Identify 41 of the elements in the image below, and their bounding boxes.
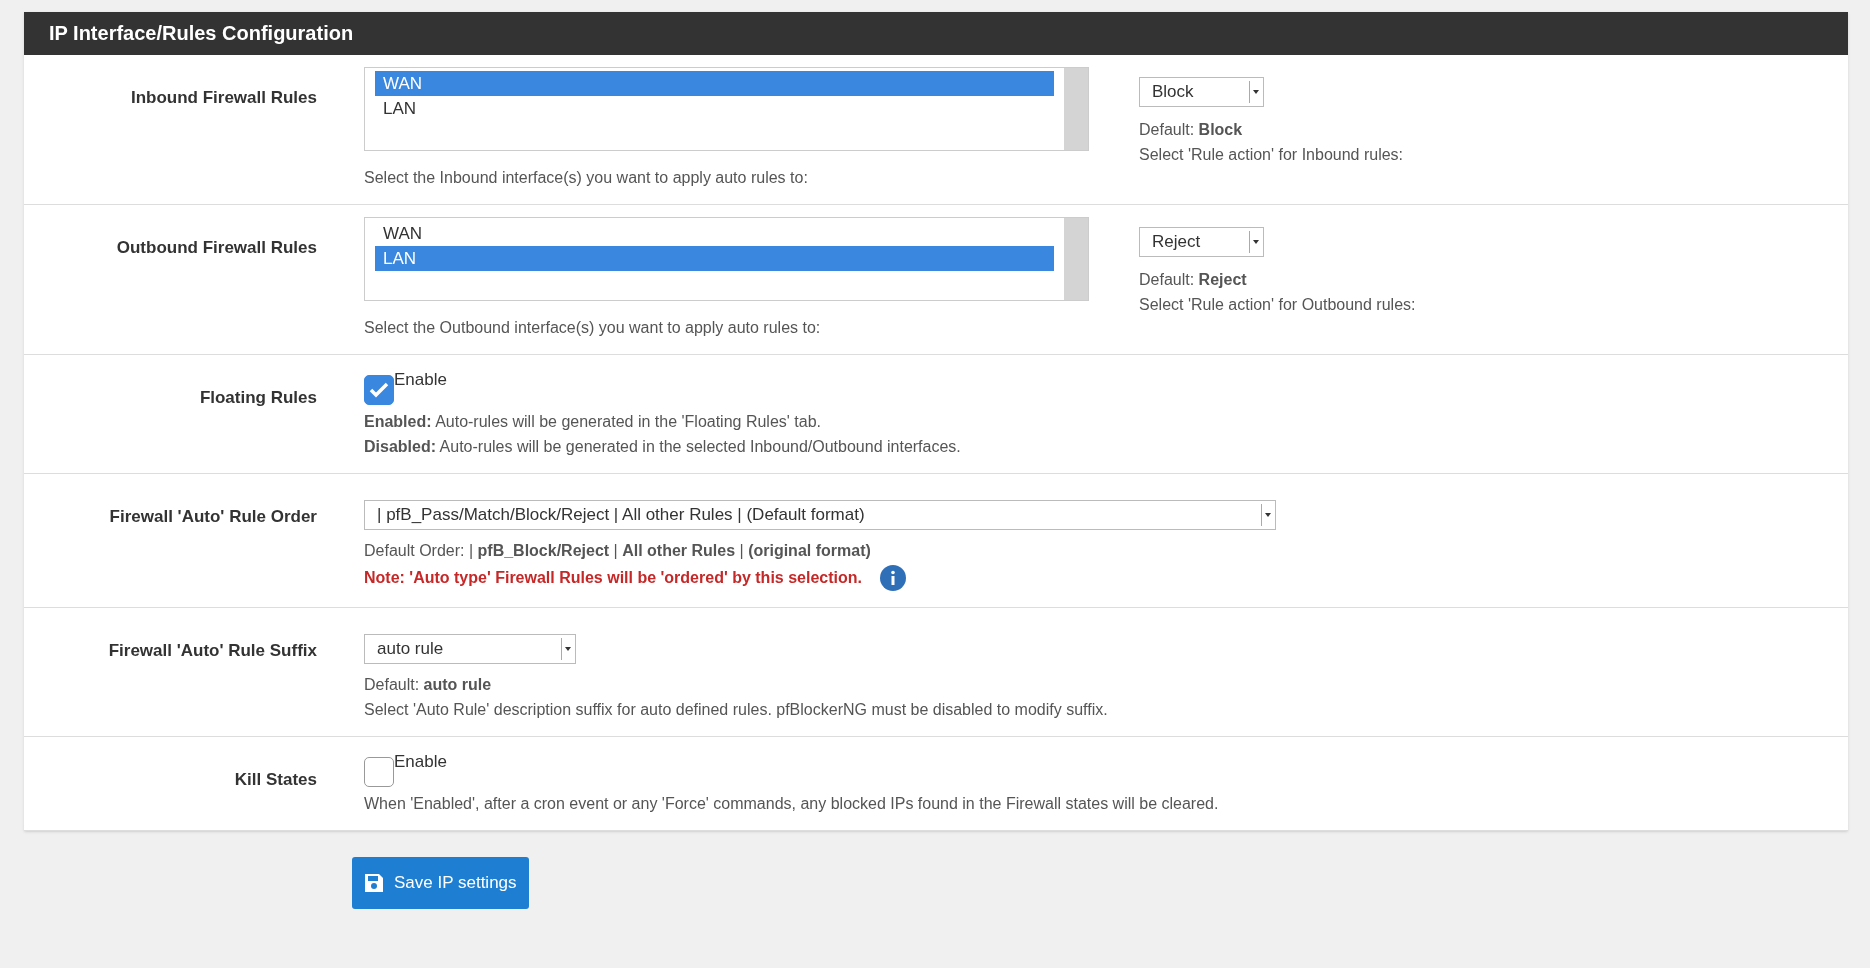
checkbox-label: Enable xyxy=(394,751,447,773)
interface-option[interactable]: WAN xyxy=(375,221,1054,246)
help-text: Select 'Rule action' for Outbound rules: xyxy=(1139,295,1416,315)
save-button[interactable]: Save IP settings xyxy=(352,857,529,909)
info-icon[interactable] xyxy=(880,565,906,591)
select-dropdown[interactable]: | pfB_Pass/Match/Block/Reject | All other Rules | (Default format) xyxy=(364,500,1276,530)
help-text: Select the Inbound interface(s) you want to apply auto rules to: xyxy=(364,168,809,188)
help-text: Disabled: Auto-rules will be generated in the selected Inbound/Outbound interfaces. xyxy=(364,437,962,457)
checkbox[interactable] xyxy=(364,375,394,405)
help-text: Select 'Auto Rule' description suffix for auto defined rules. pfBlockerNG must be disabled to modify suffix. xyxy=(364,700,1109,720)
select-dropdown[interactable]: auto rule xyxy=(364,634,576,664)
help-text: Default: Reject xyxy=(1139,270,1248,290)
panel-header: IP Interface/Rules Configuration xyxy=(24,12,1848,55)
help-text: Select the Outbound interface(s) you want to apply auto rules to: xyxy=(364,318,822,338)
help-text: When 'Enabled', after a cron event or any 'Force' commands, any blocked IPs found in the Firewall states will be cleared. xyxy=(364,794,1220,814)
checkbox-label: Enable xyxy=(394,369,447,391)
field-label: Firewall 'Auto' Rule Suffix xyxy=(108,641,317,660)
warning-note: Note: 'Auto type' Firewall Rules will be 'ordered' by this selection. xyxy=(364,568,862,588)
checkbox[interactable] xyxy=(364,757,394,787)
help-text: Select 'Rule action' for Inbound rules: xyxy=(1139,145,1404,165)
field-label: Outbound Firewall Rules xyxy=(116,238,317,257)
help-text: Enabled: Auto-rules will be generated in the 'Floating Rules' tab. xyxy=(364,412,822,432)
field-label: Kill States xyxy=(234,770,317,789)
field-label: Floating Rules xyxy=(199,388,317,407)
dropdown-arrow-icon xyxy=(1249,231,1261,253)
help-text: Default Order: | pfB_Block/Reject | All other Rules | (original format) xyxy=(364,541,872,561)
dropdown-arrow-icon xyxy=(1261,504,1273,526)
select-dropdown[interactable]: Block xyxy=(1139,77,1264,107)
scrollbar[interactable] xyxy=(1064,68,1088,150)
interface-option[interactable]: LAN xyxy=(375,246,1054,271)
interface-option[interactable]: WAN xyxy=(375,71,1054,96)
help-text: Default: Block xyxy=(1139,120,1244,140)
interface-option[interactable]: LAN xyxy=(375,96,1054,121)
dropdown-arrow-icon xyxy=(561,638,573,660)
dropdown-arrow-icon xyxy=(1249,81,1261,103)
field-label: Inbound Firewall Rules xyxy=(130,88,317,107)
select-dropdown[interactable]: Reject xyxy=(1139,227,1264,257)
scrollbar[interactable] xyxy=(1064,218,1088,300)
help-text: Default: auto rule xyxy=(364,675,493,695)
field-label: Firewall 'Auto' Rule Order xyxy=(109,507,317,526)
checkmark-icon xyxy=(369,382,389,398)
